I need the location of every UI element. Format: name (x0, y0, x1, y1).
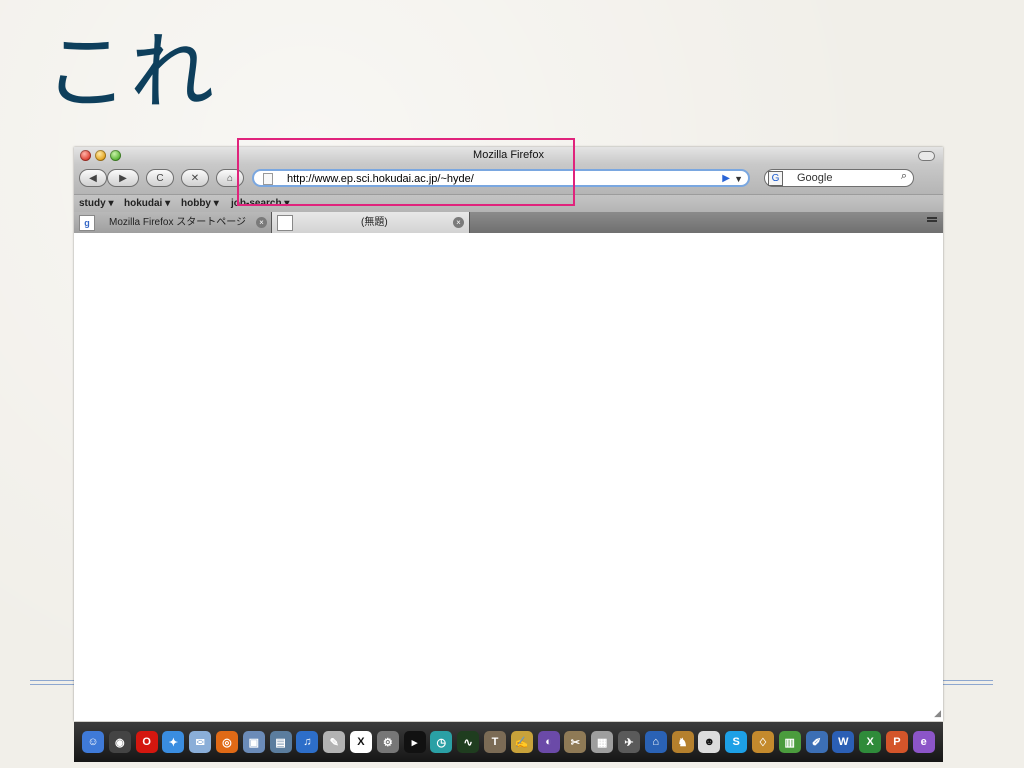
cyberduck-icon[interactable]: ✈ (617, 731, 640, 753)
stop-icon: ✕ (190, 172, 200, 184)
decorative-line-right (943, 680, 993, 681)
opera-icon[interactable]: O (135, 731, 158, 753)
stop-button[interactable]: ✕ (181, 169, 209, 187)
close-window-button[interactable] (80, 150, 91, 161)
activity-monitor-icon[interactable]: ∿ (457, 731, 480, 753)
ichat-icon[interactable]: ☻ (698, 731, 721, 753)
zoom-window-button[interactable] (110, 150, 121, 161)
google-favicon-icon: g (79, 215, 95, 231)
adium-icon[interactable]: ♞ (671, 731, 694, 753)
dashboard-icon[interactable]: ◉ (108, 731, 131, 753)
reload-button[interactable]: C (146, 169, 174, 187)
bookmark-folder-study[interactable]: study ▾ (79, 198, 113, 209)
tab-list-icon[interactable] (927, 217, 937, 219)
eclipse-icon[interactable]: ◐ (537, 731, 560, 753)
reload-icon: C (156, 172, 164, 184)
tab-close-icon[interactable]: × (453, 217, 464, 228)
back-arrow-icon: ◀ (89, 172, 97, 184)
latex-icon[interactable]: T (483, 731, 506, 753)
finder-icon[interactable]: ☺ (82, 731, 104, 753)
search-input[interactable]: Google (797, 172, 832, 184)
blank-page-favicon-icon (277, 215, 293, 231)
slide-title: これ (44, 23, 217, 121)
excel-icon[interactable]: X (859, 731, 882, 753)
tab-label: Mozilla Firefox スタートページ (109, 217, 247, 228)
texshop-icon[interactable]: ✍ (510, 731, 533, 753)
url-history-dropdown-icon[interactable]: ▼ (734, 172, 743, 186)
home-icon: ⌂ (226, 172, 234, 184)
tab-label: (無題) (361, 217, 388, 228)
decorative-line-left-2 (30, 684, 74, 685)
decorative-line-left (30, 680, 74, 681)
back-button[interactable]: ◀ (79, 169, 107, 187)
x11-icon[interactable]: X (349, 731, 372, 753)
gimp-icon[interactable]: ✂ (564, 731, 587, 753)
word-icon[interactable]: W (832, 731, 855, 753)
safari-icon[interactable]: ✦ (162, 731, 185, 753)
toolbar-toggle-button[interactable] (918, 151, 935, 161)
script-editor-icon[interactable]: ✎ (323, 731, 346, 753)
keynote-icon[interactable]: ♢ (751, 731, 774, 753)
skype-icon[interactable]: S (725, 731, 748, 753)
numbers-icon[interactable]: ▥ (778, 731, 801, 753)
preview-icon[interactable]: ▤ (269, 731, 292, 753)
system-preferences-icon[interactable]: ⚙ (376, 731, 399, 753)
bookmark-folder-hokudai[interactable]: hokudai ▾ (124, 198, 170, 209)
time-machine-icon[interactable]: ◷ (430, 731, 453, 753)
bookmark-folder-hobby[interactable]: hobby ▾ (181, 198, 219, 209)
powerpoint-icon[interactable]: P (885, 731, 908, 753)
tab-untitled[interactable]: (無題) × (272, 212, 470, 233)
decorative-line-right-2 (943, 684, 993, 685)
mail-icon[interactable]: ✉ (189, 731, 212, 753)
google-search-engine-icon[interactable]: G (768, 171, 783, 186)
browser-window: Mozilla Firefox ◀ ▶ C ✕ ⌂ http://www.ep.… (74, 147, 943, 721)
tab-strip: g Mozilla Firefox スタートページ × (無題) × (74, 212, 943, 233)
iphoto-icon[interactable]: ▣ (242, 731, 265, 753)
firefox-icon[interactable]: ◎ (215, 731, 238, 753)
entourage-icon[interactable]: e (912, 731, 935, 753)
home-icon[interactable]: ⌂ (644, 731, 667, 753)
resize-grip-icon[interactable]: ◢ (934, 708, 941, 719)
tab-close-icon[interactable]: × (256, 217, 267, 228)
go-arrow-icon[interactable]: ▶ (722, 172, 730, 186)
forward-button[interactable]: ▶ (107, 169, 139, 187)
tab-start-page[interactable]: g Mozilla Firefox スタートページ × (74, 212, 272, 233)
terminal-icon[interactable]: ▸ (403, 731, 426, 753)
forward-arrow-icon: ▶ (119, 172, 127, 184)
search-box[interactable]: G Google ⌕ (764, 169, 914, 187)
highlight-box (237, 138, 575, 206)
itunes-icon[interactable]: ♫ (296, 731, 319, 753)
dock: ☺ ◉ O ✦ ✉ ◎ ▣ ▤ ♫ ✎ X ⚙ ▸ ◷ ∿ T ✍ ◐ ✂ ▦ ✈ ⌂ ♞ ☻ S ♢ ▥ ✐ W X Pe (74, 722, 943, 762)
page-content[interactable]: ◢ (74, 233, 943, 721)
magnifier-icon[interactable]: ⌕ (901, 170, 907, 183)
pages-icon[interactable]: ✐ (805, 731, 828, 753)
utility-icon[interactable]: ▦ (591, 731, 614, 753)
minimize-window-button[interactable] (95, 150, 106, 161)
